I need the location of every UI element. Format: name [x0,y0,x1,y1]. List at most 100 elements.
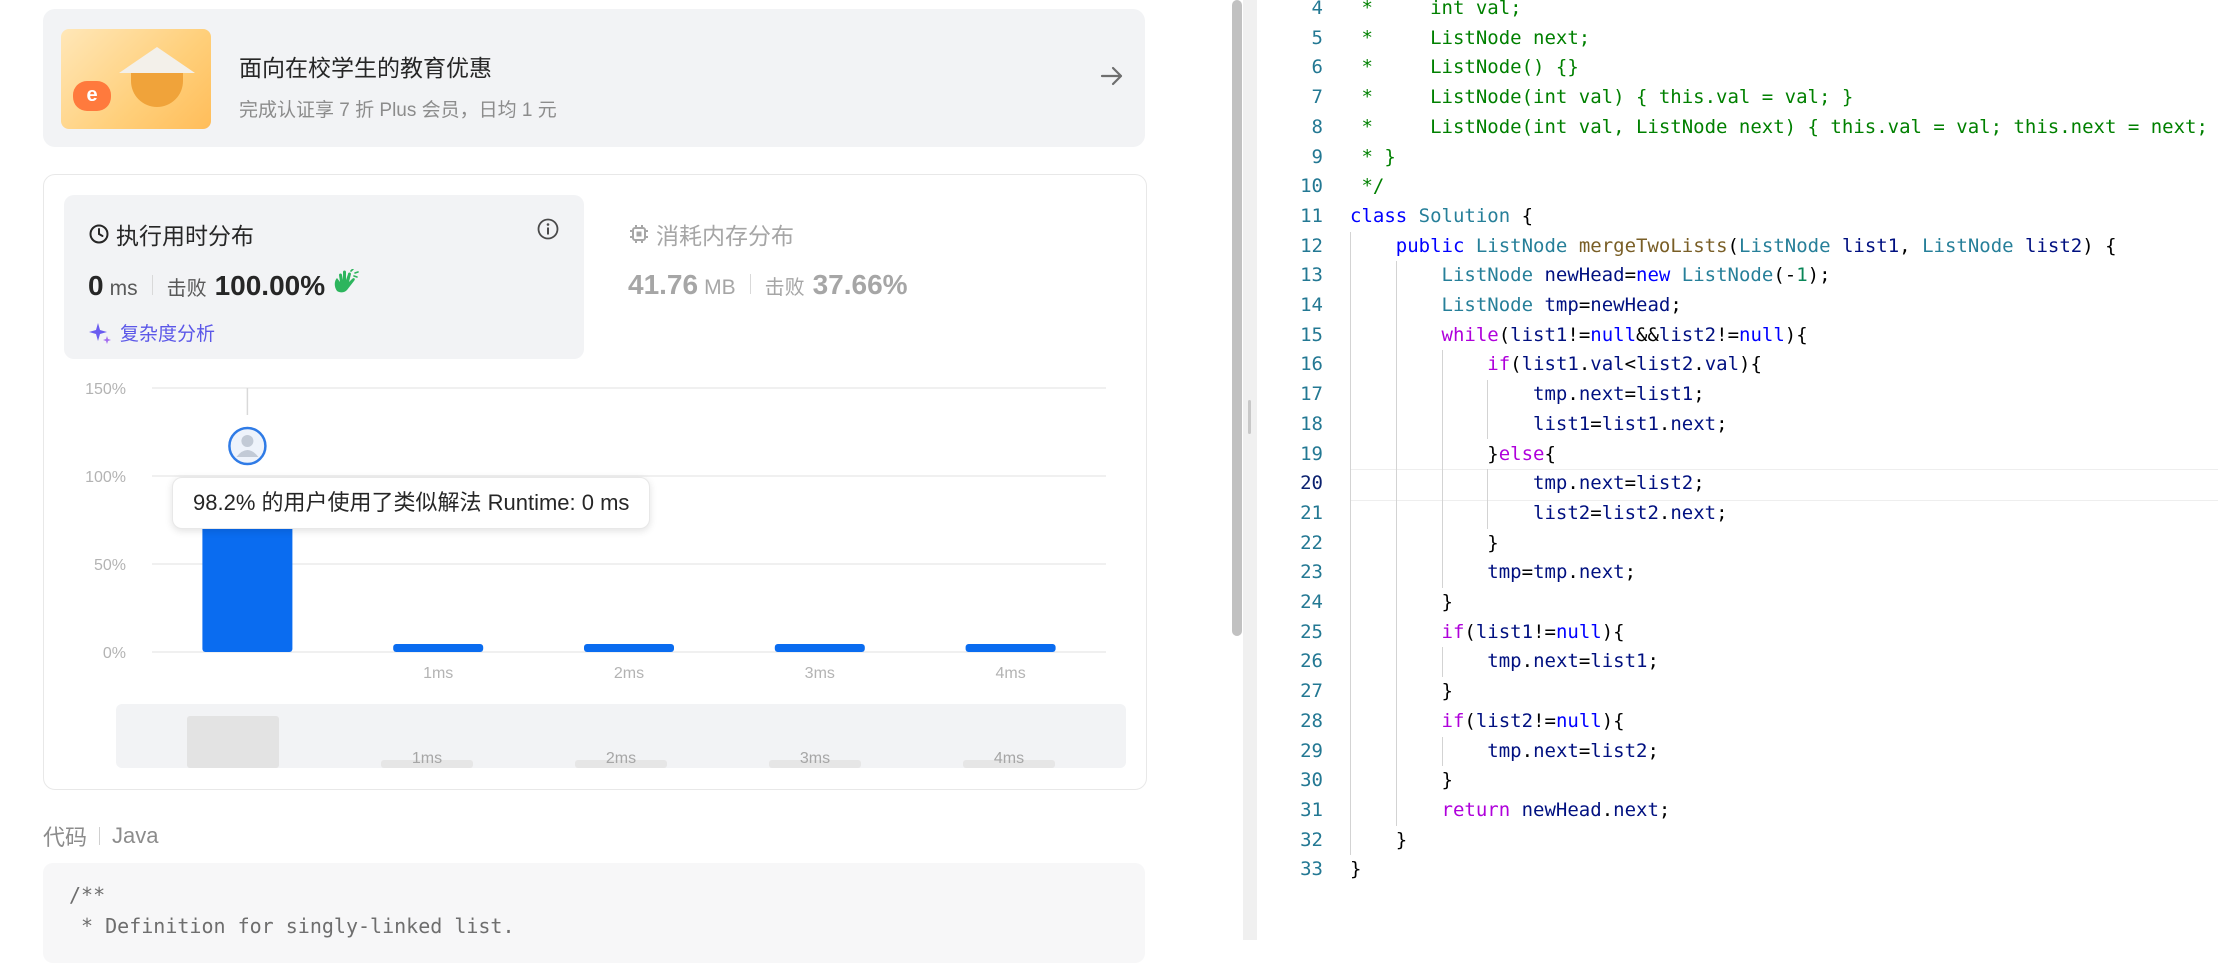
line-number: 29 [1300,739,1323,762]
code-line[interactable]: * ListNode() {} [1350,53,1578,83]
y-tick-label: 0% [103,645,126,662]
line-number: 26 [1300,650,1323,673]
indent-guide [1350,231,1351,856]
code-line[interactable]: * int val; [1350,0,1521,24]
code-line[interactable]: tmp.next=list1; [1350,380,1705,410]
line-number: 8 [1311,115,1323,138]
code-line[interactable]: * ListNode(int val) { this.val = val; } [1350,83,1853,113]
indent-guide [1441,736,1443,767]
code-line[interactable]: }else{ [1350,440,1556,470]
x-tick-label: 3ms [805,665,835,682]
line-number: 27 [1300,680,1323,703]
promo-subtitle: 完成认证享 7 折 Plus 会员，日均 1 元 [239,100,557,121]
chart-bar [393,644,484,652]
y-tick-label: 100% [85,469,126,486]
indent-guide [1395,261,1397,826]
line-number: 9 [1311,145,1323,168]
line-number: 28 [1300,709,1323,732]
promo-chat-bubble: e [73,81,111,111]
code-line[interactable]: ListNode newHead=new ListNode(-1); [1350,261,1831,291]
code-language: Java [112,823,159,848]
graduation-cap-base [131,73,183,107]
arrow-right-icon[interactable] [1097,61,1127,91]
chart-bar [774,644,865,652]
code-line[interactable]: while(list1!=null&&list2!=null){ [1350,321,1808,351]
code-line[interactable]: if(list2!=null){ [1350,707,1625,737]
overview-tick-label: 3ms [800,750,830,767]
code-line[interactable]: } [1350,588,1453,618]
performance-card: 执行用时分布 0 ms 击败 100.00% 复杂度分析 消耗内存分布 41.7… [43,174,1147,790]
y-tick-label: 150% [85,381,126,398]
indent-guide [1441,350,1443,588]
line-number: 6 [1311,56,1323,79]
line-number: 25 [1300,620,1323,643]
line-number: 4 [1311,0,1323,19]
submitted-code-preview[interactable]: /** * Definition for singly-linked list. [43,863,1145,963]
panel-splitter[interactable] [1243,0,1257,940]
indent-guide [1441,647,1443,678]
code-line[interactable]: ListNode tmp=newHead; [1350,291,1682,321]
line-number: 23 [1300,561,1323,584]
code-line[interactable]: list1=list1.next; [1350,410,1728,440]
line-number: 18 [1300,412,1323,435]
overview-bar [187,716,279,768]
line-number: 12 [1300,234,1323,257]
line-number: 20 [1300,472,1323,495]
code-line[interactable]: return newHead.next; [1350,796,1671,826]
graduation-cap-icon [119,47,195,73]
line-number: 31 [1300,798,1323,821]
avatar-head [241,435,254,447]
overview-tick-label: 2ms [606,750,636,767]
code-preview-line: * Definition for singly-linked list. [69,914,515,938]
chart-tooltip: 98.2% 的用户使用了类似解法 Runtime: 0 ms [172,477,651,529]
line-number: 10 [1300,175,1323,198]
code-line[interactable]: public ListNode mergeTwoLists(ListNode l… [1350,232,2117,262]
code-line[interactable]: list2=list2.next; [1350,499,1728,529]
education-promo-banner[interactable]: e 面向在校学生的教育优惠 完成认证享 7 折 Plus 会员，日均 1 元 [43,9,1145,147]
code-line[interactable]: * ListNode next; [1350,24,1590,54]
line-number: 30 [1300,769,1323,792]
x-tick-label: 2ms [614,665,644,682]
line-number: 24 [1300,591,1323,613]
indent-guide [1487,380,1489,440]
code-line[interactable]: * } [1350,143,1395,173]
code-section-label: 代码 Java [43,820,159,852]
line-number: 21 [1300,501,1323,524]
line-number: 5 [1311,26,1323,49]
code-line[interactable]: } [1350,677,1453,707]
code-line[interactable]: * ListNode(int val, ListNode next) { thi… [1350,113,2218,143]
code-line[interactable]: tmp.next=list2; [1350,469,1705,499]
code-preview-line: /** [69,883,106,907]
line-number: 17 [1300,383,1323,406]
chart-bar [584,644,674,652]
line-number: 7 [1311,86,1323,109]
code-line[interactable]: class Solution { [1350,202,1533,232]
code-line[interactable]: } [1350,529,1498,559]
indent-guide [1487,469,1489,529]
code-label: 代码 [43,825,88,850]
code-line[interactable]: } [1350,766,1453,796]
code-line[interactable]: tmp=tmp.next; [1350,558,1636,588]
line-number: 22 [1300,531,1323,554]
splitter-grip[interactable] [1248,400,1251,434]
submission-detail-panel: e 面向在校学生的教育优惠 完成认证享 7 折 Plus 会员，日均 1 元 执… [0,0,1232,963]
overview-tick-label: 4ms [994,750,1024,767]
promo-title: 面向在校学生的教育优惠 [239,55,492,81]
overview-tick-label: 1ms [412,750,442,767]
x-tick-label: 4ms [995,665,1025,682]
chart-bar [965,644,1056,652]
line-number: 13 [1300,264,1323,287]
code-editor[interactable]: 4 * int val; 5 * ListNode next; 6 * ListNo… [1257,0,2218,940]
y-tick-label: 50% [94,557,126,574]
divider [99,827,101,845]
line-number: 15 [1300,323,1323,346]
code-line[interactable]: if(list1!=null){ [1350,618,1625,648]
line-number: 11 [1300,204,1323,227]
code-line[interactable]: } [1350,826,1407,856]
code-line[interactable]: */ [1350,172,1384,202]
left-panel-scrollbar[interactable] [1232,0,1242,636]
code-line[interactable]: } [1350,855,1361,885]
code-line[interactable]: if(list1.val<list2.val){ [1350,350,1762,380]
line-number: 16 [1300,353,1323,376]
line-number: 32 [1300,828,1323,851]
